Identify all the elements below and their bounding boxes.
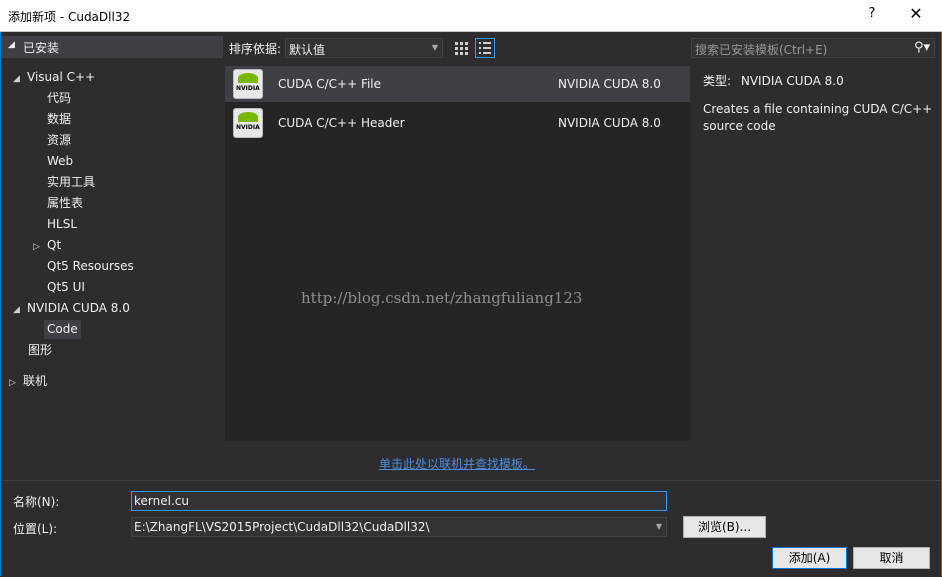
template-details: 类型: NVIDIA CUDA 8.0 Creates a file conta… bbox=[703, 72, 933, 135]
location-value: E:\ZhangFL\VS2015Project\CudaDll32\CudaD… bbox=[134, 520, 430, 534]
tree-installed-label: 已安装 bbox=[23, 41, 60, 55]
tree-item-property-sheets[interactable]: 属性表 bbox=[47, 194, 83, 213]
tree-item-hlsl[interactable]: HLSL bbox=[47, 215, 77, 234]
tree-item-cuda-code[interactable]: Code bbox=[44, 320, 81, 339]
close-button[interactable]: ✕ bbox=[906, 4, 926, 23]
add-button[interactable]: 添加(A) bbox=[772, 547, 847, 569]
watermark: http://blog.csdn.net/zhangfuliang123 bbox=[301, 289, 583, 307]
template-description: Creates a file containing CUDA C/C++ sou… bbox=[703, 102, 933, 133]
online-templates-link[interactable]: 单击此处以联机并查找模板。 bbox=[379, 455, 535, 472]
tree-item-web[interactable]: Web bbox=[47, 152, 73, 171]
template-item[interactable]: NVIDIA CUDA C/C++ Header NVIDIA CUDA 8.0 bbox=[225, 105, 690, 141]
expand-arrow-icon[interactable]: ◢ bbox=[8, 40, 15, 50]
template-search-input[interactable]: 搜索已安装模板(Ctrl+E) ⚲▾ bbox=[691, 38, 935, 58]
sort-dropdown[interactable]: 默认值 ▼ bbox=[285, 38, 443, 58]
template-source: NVIDIA CUDA 8.0 bbox=[558, 116, 661, 130]
tree-item-resources[interactable]: 资源 bbox=[47, 131, 71, 150]
list-view-icon[interactable] bbox=[475, 38, 495, 58]
template-name: CUDA C/C++ Header bbox=[278, 116, 405, 130]
dialog-content: ◢ 已安装 ◢ Visual C++ 代码 数据 资源 Web 实用工具 属性表 … bbox=[0, 32, 942, 577]
browse-button[interactable]: 浏览(B)... bbox=[683, 516, 766, 538]
tree-installed-header[interactable]: ◢ 已安装 bbox=[1, 36, 223, 58]
tree-item-visual-cpp[interactable]: ◢ Visual C++ bbox=[13, 68, 95, 87]
name-value: kernel.cu bbox=[134, 494, 189, 508]
dropdown-arrow-icon: ▼ bbox=[655, 522, 662, 531]
dropdown-arrow-icon: ▼ bbox=[431, 43, 438, 52]
tree-item-online[interactable]: ▷ 联机 bbox=[9, 372, 47, 391]
location-label: 位置(L): bbox=[13, 522, 58, 536]
search-icon[interactable]: ⚲▾ bbox=[914, 40, 930, 55]
tree-item-graphics[interactable]: 图形 bbox=[28, 341, 52, 360]
cancel-button[interactable]: 取消 bbox=[853, 547, 930, 569]
collapsed-arrow-icon[interactable]: ▷ bbox=[9, 374, 23, 393]
nvidia-icon: NVIDIA bbox=[233, 69, 263, 99]
location-dropdown[interactable]: E:\ZhangFL\VS2015Project\CudaDll32\CudaD… bbox=[131, 517, 667, 537]
collapsed-arrow-icon[interactable]: ▷ bbox=[33, 238, 47, 257]
type-label: 类型: bbox=[703, 74, 732, 88]
template-list: NVIDIA CUDA C/C++ File NVIDIA CUDA 8.0 N… bbox=[225, 66, 690, 441]
search-placeholder: 搜索已安装模板(Ctrl+E) bbox=[695, 43, 828, 57]
help-button[interactable]: ? bbox=[862, 6, 882, 21]
name-input[interactable]: kernel.cu bbox=[131, 491, 667, 511]
template-source: NVIDIA CUDA 8.0 bbox=[558, 77, 661, 91]
tree-item-data[interactable]: 数据 bbox=[47, 110, 71, 129]
tree-item-utilities[interactable]: 实用工具 bbox=[47, 173, 95, 192]
tree-item-qt5-ui[interactable]: Qt5 UI bbox=[47, 278, 85, 297]
tree-item-qt[interactable]: ▷ Qt bbox=[33, 236, 61, 255]
expand-arrow-icon[interactable]: ◢ bbox=[13, 301, 27, 320]
bottom-form: 名称(N): kernel.cu 位置(L): E:\ZhangFL\VS201… bbox=[1, 480, 941, 577]
grid-view-icon[interactable] bbox=[453, 40, 469, 56]
expand-arrow-icon[interactable]: ◢ bbox=[13, 70, 27, 89]
title-bar: 添加新项 - CudaDll32 ? ✕ bbox=[0, 0, 942, 32]
window-title: 添加新项 - CudaDll32 bbox=[8, 10, 131, 24]
tree-item-code[interactable]: 代码 bbox=[47, 89, 71, 108]
name-label: 名称(N): bbox=[13, 495, 60, 509]
nvidia-icon: NVIDIA bbox=[233, 108, 263, 138]
sort-label: 排序依据: bbox=[229, 42, 282, 56]
type-value: NVIDIA CUDA 8.0 bbox=[740, 74, 844, 88]
sort-value: 默认值 bbox=[289, 43, 326, 57]
tree-item-nvidia-cuda[interactable]: ◢ NVIDIA CUDA 8.0 bbox=[13, 299, 130, 318]
template-item[interactable]: NVIDIA CUDA C/C++ File NVIDIA CUDA 8.0 bbox=[225, 66, 690, 102]
template-name: CUDA C/C++ File bbox=[278, 77, 382, 91]
tree-item-qt5-resources[interactable]: Qt5 Resourses bbox=[47, 257, 134, 276]
template-tree: ◢ 已安装 ◢ Visual C++ 代码 数据 资源 Web 实用工具 属性表 … bbox=[1, 32, 223, 480]
